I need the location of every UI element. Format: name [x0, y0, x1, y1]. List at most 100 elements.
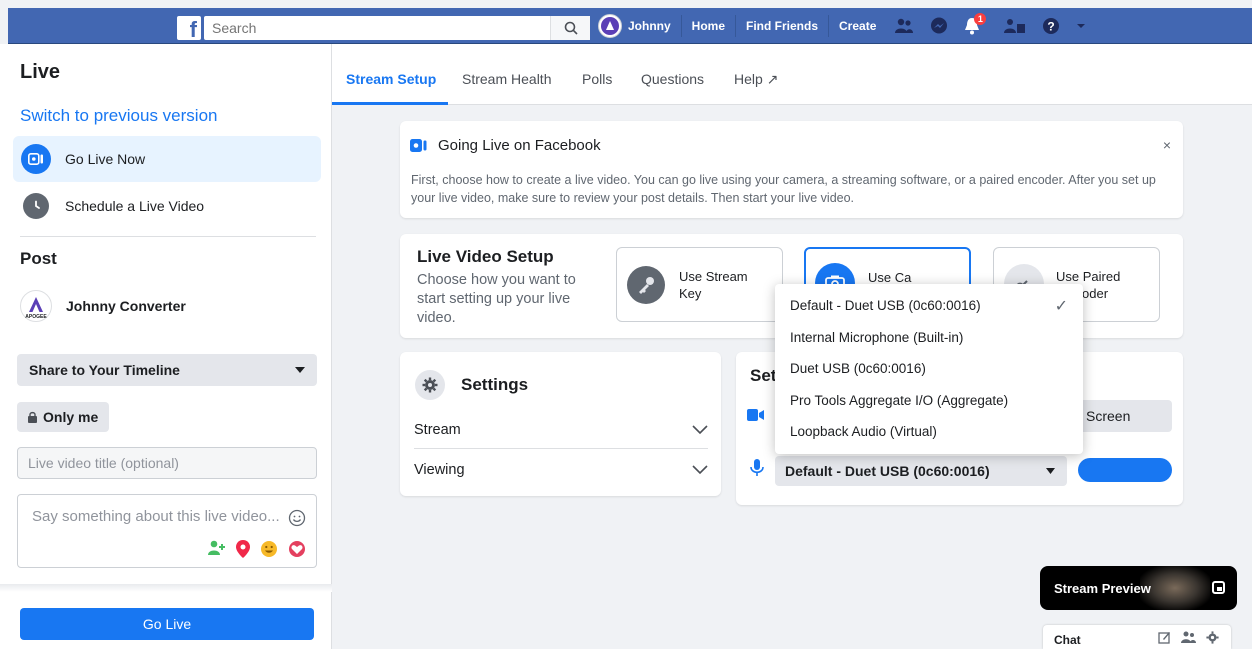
dropdown-option-pro-tools[interactable]: Pro Tools Aggregate I/O (Aggregate) — [775, 385, 1083, 417]
create-link[interactable]: Create — [829, 15, 886, 37]
key-icon — [627, 266, 665, 304]
post-attachment-icons — [208, 540, 306, 561]
friend-requests-icon[interactable] — [894, 18, 914, 34]
chat-settings-icon[interactable] — [1206, 631, 1219, 647]
facebook-logo[interactable]: f — [177, 16, 201, 40]
author-avatar: APOGEE — [20, 290, 52, 322]
share-destination-select[interactable]: Share to Your Timeline — [17, 354, 317, 386]
picture-in-picture-icon[interactable] — [1212, 581, 1225, 594]
tab-help[interactable]: Help ↗ — [734, 71, 778, 88]
post-author: APOGEE Johnny Converter — [20, 290, 186, 322]
chat-label: Chat — [1054, 633, 1081, 647]
privacy-button[interactable]: Only me — [17, 402, 109, 432]
live-video-setup-title: Live Video Setup — [417, 247, 554, 266]
dropdown-option-label: Pro Tools Aggregate I/O (Aggregate) — [790, 392, 1009, 408]
lock-icon — [28, 411, 37, 423]
info-card-title: Going Live on Facebook — [410, 137, 601, 154]
tab-questions[interactable]: Questions — [641, 71, 704, 87]
dropdown-option-duet-usb[interactable]: Duet USB (0c60:0016) — [775, 353, 1083, 385]
chat-icons — [1158, 631, 1219, 647]
svg-text:APOGEE: APOGEE — [25, 314, 47, 320]
settings-title: Settings — [461, 375, 529, 394]
sidebar-item-label: Schedule a Live Video — [65, 198, 205, 214]
chevron-down-icon — [692, 424, 708, 434]
feeling-activity-icon[interactable] — [260, 540, 278, 561]
find-friends-link[interactable]: Find Friends — [736, 15, 830, 37]
go-live-button[interactable]: Go Live — [20, 608, 314, 640]
going-live-info-card: Going Live on Facebook × First, choose h… — [400, 121, 1183, 218]
settings-header: Settings — [415, 370, 528, 400]
sidebar-footer-shadow — [0, 584, 332, 592]
new-message-icon[interactable] — [1158, 631, 1171, 647]
account-menu-icon[interactable] — [1076, 22, 1086, 30]
notifications-icon[interactable]: 1 — [964, 13, 987, 35]
search-bar — [204, 16, 590, 40]
dropdown-option-default-duet[interactable]: Default - Duet USB (0c60:0016) ✓ — [775, 290, 1083, 322]
microphone-dropdown-menu: Default - Duet USB (0c60:0016) ✓ Interna… — [775, 284, 1083, 454]
profile-link[interactable]: Johnny — [628, 15, 682, 37]
check-in-icon[interactable] — [236, 540, 250, 561]
home-link[interactable]: Home — [682, 15, 737, 37]
tag-friends-icon[interactable] — [208, 540, 226, 561]
option-use-stream-key[interactable]: Use Stream Key — [616, 247, 783, 322]
dropdown-option-internal-mic[interactable]: Internal Microphone (Built-in) — [775, 322, 1083, 354]
dropdown-option-label: Default - Duet USB (0c60:0016) — [790, 298, 981, 314]
microphone-icon — [750, 459, 764, 480]
stream-preview-label: Stream Preview — [1054, 581, 1151, 596]
sidebar-title: Live — [20, 61, 61, 83]
caret-down-icon — [295, 367, 305, 373]
sidebar-item-go-live-now[interactable]: Go Live Now — [13, 136, 321, 182]
live-video-setup-description: Choose how you want to start setting up … — [417, 272, 576, 326]
option-label: Use Stream Key — [679, 269, 748, 301]
search-input[interactable] — [204, 16, 550, 40]
option-label-line: Use Paired — [1056, 269, 1121, 284]
top-navigation-bar: f Johnny Home Find Friends Create 1 ? — [8, 8, 1252, 44]
settings-row-viewing[interactable]: Viewing — [414, 451, 708, 489]
active-tab-indicator — [332, 102, 448, 105]
top-nav-links: Johnny Home Find Friends Create 1 ? — [598, 8, 1094, 44]
search-button[interactable] — [550, 16, 590, 40]
settings-card: Settings Stream Viewing — [400, 352, 721, 496]
switch-version-link[interactable]: Switch to previous version — [20, 106, 217, 126]
description-placeholder: Say something about this live video... — [32, 508, 280, 525]
user-avatar[interactable] — [598, 14, 622, 38]
author-name: Johnny Converter — [66, 298, 186, 314]
audio-level-indicator — [1078, 458, 1172, 482]
chevron-down-icon — [692, 465, 708, 475]
left-sidebar: Live Switch to previous version Go Live … — [0, 44, 332, 649]
apogee-logo-icon — [601, 17, 619, 35]
apogee-logo-icon: APOGEE — [25, 297, 47, 320]
tab-stream-health[interactable]: Stream Health — [462, 71, 551, 87]
close-icon[interactable]: × — [1163, 137, 1171, 153]
notification-count-badge: 1 — [974, 13, 987, 25]
emoji-picker-icon[interactable] — [288, 509, 306, 530]
settings-row-stream[interactable]: Stream — [414, 411, 708, 449]
camera-setup-title: Set — [750, 366, 777, 385]
live-video-title-input[interactable]: Live video title (optional) — [17, 447, 317, 479]
privacy-label: Only me — [43, 409, 99, 425]
tab-stream-setup[interactable]: Stream Setup — [346, 71, 436, 87]
sidebar-item-schedule-live[interactable]: Schedule a Live Video — [13, 183, 321, 229]
microphone-select-value: Default - Duet USB (0c60:0016) — [785, 463, 990, 479]
sidebar-item-label: Go Live Now — [65, 151, 146, 167]
dropdown-option-loopback[interactable]: Loopback Audio (Virtual) — [775, 416, 1083, 448]
info-card-title-text: Going Live on Facebook — [438, 137, 601, 154]
groups-icon[interactable] — [1004, 18, 1026, 34]
chat-bar[interactable]: Chat — [1043, 625, 1231, 649]
settings-row-label: Viewing — [414, 462, 465, 478]
gear-icon — [415, 370, 445, 400]
svg-text:?: ? — [1048, 20, 1055, 34]
live-video-description-input[interactable]: Say something about this live video... — [17, 494, 317, 568]
messenger-icon[interactable] — [930, 17, 948, 35]
search-icon — [564, 21, 578, 35]
stream-preview-widget[interactable]: Stream Preview — [1040, 566, 1237, 610]
post-heading: Post — [20, 249, 57, 268]
help-icon[interactable]: ? — [1042, 17, 1060, 35]
clock-icon — [23, 193, 49, 219]
live-camera-icon — [21, 144, 51, 174]
share-destination-label: Share to Your Timeline — [29, 362, 180, 378]
support-nonprofit-icon[interactable] — [288, 540, 306, 561]
microphone-select[interactable]: Default - Duet USB (0c60:0016) — [775, 456, 1067, 486]
tab-polls[interactable]: Polls — [582, 71, 612, 87]
contacts-icon[interactable] — [1181, 631, 1196, 647]
